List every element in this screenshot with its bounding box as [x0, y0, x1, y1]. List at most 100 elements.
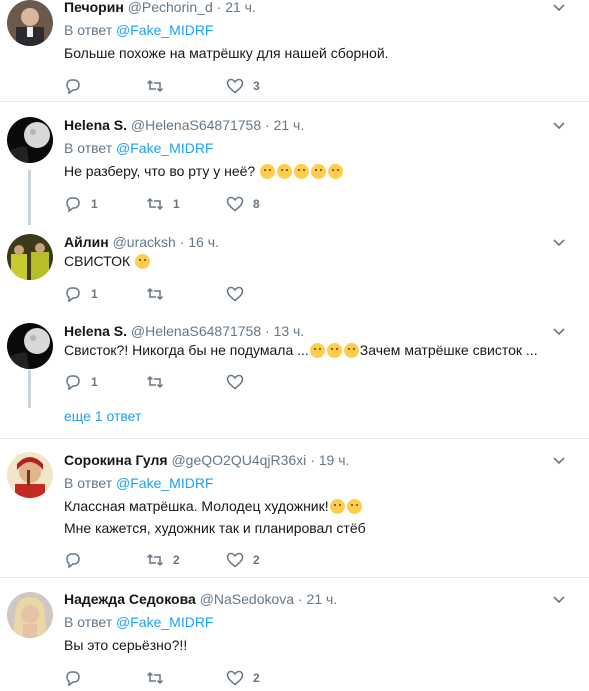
reply-button[interactable]: [64, 668, 82, 688]
raised-eyebrow-face-icon: [294, 164, 310, 179]
like-count: 8: [253, 197, 260, 211]
retweet-button[interactable]: [146, 372, 164, 392]
tears-of-joy-icon: [329, 499, 345, 514]
like-button[interactable]: 3: [226, 76, 260, 96]
like-button[interactable]: 2: [226, 550, 260, 570]
chevron-down-icon[interactable]: [553, 457, 565, 465]
reply-icon: [66, 197, 80, 213]
chevron-down-icon[interactable]: [553, 4, 565, 12]
heart-icon: [226, 78, 244, 94]
confused-face-icon: [277, 164, 293, 179]
like-button[interactable]: [226, 284, 244, 304]
chevron-down-icon[interactable]: [553, 239, 565, 247]
reply-prefix: В ответ: [64, 475, 113, 491]
author-name[interactable]: Сорокина Гуля: [64, 452, 168, 468]
reply-context: В ответ @Fake_MIDRF: [64, 22, 213, 38]
retweet-button[interactable]: 1: [146, 194, 180, 214]
retweet-icon: [146, 671, 164, 685]
retweet-count: 2: [173, 553, 180, 567]
avatar[interactable]: [7, 452, 53, 498]
tweet-line: Свисток?! Никогда бы не подумала ...: [64, 342, 309, 358]
reply-context: В ответ @Fake_MIDRF: [64, 475, 213, 491]
tweet-text: Свисток?! Никогда бы не подумала ... Заче…: [64, 339, 538, 361]
tweet-line: Больше похоже на матрёшку для нашей сбор…: [64, 45, 389, 61]
author-handle[interactable]: @NaSedokova: [200, 591, 294, 607]
reply-count: 1: [91, 287, 98, 301]
like-button[interactable]: 8: [226, 194, 260, 214]
author-name[interactable]: Печорин: [64, 0, 124, 15]
retweet-button[interactable]: 2: [146, 550, 180, 570]
grinning-face-icon: [135, 254, 151, 269]
tweet-line: Вы это серьёзно?!!: [64, 637, 188, 653]
show-more-replies-link[interactable]: еще 1 ответ: [64, 408, 141, 424]
reply-button[interactable]: 1: [64, 284, 98, 304]
reply-context: В ответ @Fake_MIDRF: [64, 140, 213, 156]
retweet-button[interactable]: [146, 668, 164, 688]
separator-dot: ·: [179, 234, 185, 250]
tweet-line: Мне кажется, художник так и планировал с…: [64, 520, 366, 536]
author-name[interactable]: Айлин: [64, 234, 109, 250]
tweet-line: Не разберу, что во рту у неё?: [64, 163, 256, 179]
avatar[interactable]: [7, 117, 53, 163]
reply-to-link[interactable]: @Fake_MIDRF: [116, 140, 213, 156]
retweet-button[interactable]: [146, 76, 164, 96]
like-button[interactable]: [226, 372, 244, 392]
reply-prefix: В ответ: [64, 614, 113, 630]
heart-icon: [226, 670, 244, 686]
reply-icon: [66, 287, 80, 303]
heart-icon: [226, 374, 244, 390]
heart-icon: [226, 552, 244, 568]
author-name[interactable]: Helena S.: [64, 117, 127, 133]
face-with-monocle-icon: [260, 164, 276, 179]
author-name[interactable]: Надежда Седокова: [64, 591, 196, 607]
author-handle[interactable]: @geQO2QU4qjR36xi: [171, 452, 306, 468]
retweet-button[interactable]: [146, 284, 164, 304]
reply-prefix: В ответ: [64, 140, 113, 156]
reply-button[interactable]: [64, 550, 82, 570]
tweet-text: Вы это серьёзно?!!: [64, 634, 187, 656]
tweet-actions: 1 1 8: [64, 194, 364, 214]
avatar[interactable]: [7, 323, 53, 369]
separator-dot: ·: [216, 0, 222, 15]
author-handle[interactable]: @uracksh: [113, 234, 176, 250]
timestamp[interactable]: 19 ч.: [319, 452, 350, 468]
thread-line: [28, 170, 31, 225]
author-handle[interactable]: @HelenaS64871758: [131, 323, 261, 339]
reply-button[interactable]: 1: [64, 372, 98, 392]
tweet-header: Печорин @Pechorin_d · 21 ч.: [64, 0, 256, 15]
reply-button[interactable]: [64, 76, 82, 96]
timestamp[interactable]: 13 ч.: [274, 323, 305, 339]
chevron-down-icon[interactable]: [553, 122, 565, 130]
reply-to-link[interactable]: @Fake_MIDRF: [116, 614, 213, 630]
avatar[interactable]: [7, 592, 53, 638]
tweet-actions: 2: [64, 668, 364, 688]
timestamp[interactable]: 21 ч.: [274, 117, 305, 133]
avatar[interactable]: [7, 0, 53, 46]
retweet-icon: [146, 197, 164, 211]
tweet-header: Helena S. @HelenaS64871758 · 13 ч.: [64, 323, 304, 339]
separator-dot: ·: [265, 323, 270, 339]
chevron-down-icon[interactable]: [553, 328, 565, 336]
author-handle[interactable]: @Pechorin_d: [128, 0, 213, 15]
tweet-actions: 1: [64, 284, 364, 304]
thread-line: [28, 370, 31, 408]
reply-button[interactable]: 1: [64, 194, 98, 214]
timestamp[interactable]: 21 ч.: [225, 0, 256, 15]
author-handle[interactable]: @HelenaS64871758: [131, 117, 261, 133]
tweet-text: Не разберу, что во рту у неё?: [64, 160, 344, 182]
heart-icon: [226, 286, 244, 302]
avatar[interactable]: [7, 234, 53, 280]
chevron-down-icon[interactable]: [553, 596, 565, 604]
timestamp[interactable]: 21 ч.: [307, 591, 338, 607]
heart-icon: [226, 196, 244, 212]
timestamp[interactable]: 16 ч.: [188, 234, 219, 250]
reply-to-link[interactable]: @Fake_MIDRF: [116, 475, 213, 491]
tweet-actions: 3: [64, 76, 364, 96]
reply-to-link[interactable]: @Fake_MIDRF: [116, 22, 213, 38]
author-name[interactable]: Helena S.: [64, 323, 127, 339]
tweet-line: Классная матрёшка. Молодец художник!: [64, 498, 329, 514]
reply-context: В ответ @Fake_MIDRF: [64, 614, 213, 630]
like-button[interactable]: 2: [226, 668, 260, 688]
tweet-actions: 2 2: [64, 550, 364, 570]
tweet-line: Зачем матрёшке свисток ...: [359, 342, 538, 358]
